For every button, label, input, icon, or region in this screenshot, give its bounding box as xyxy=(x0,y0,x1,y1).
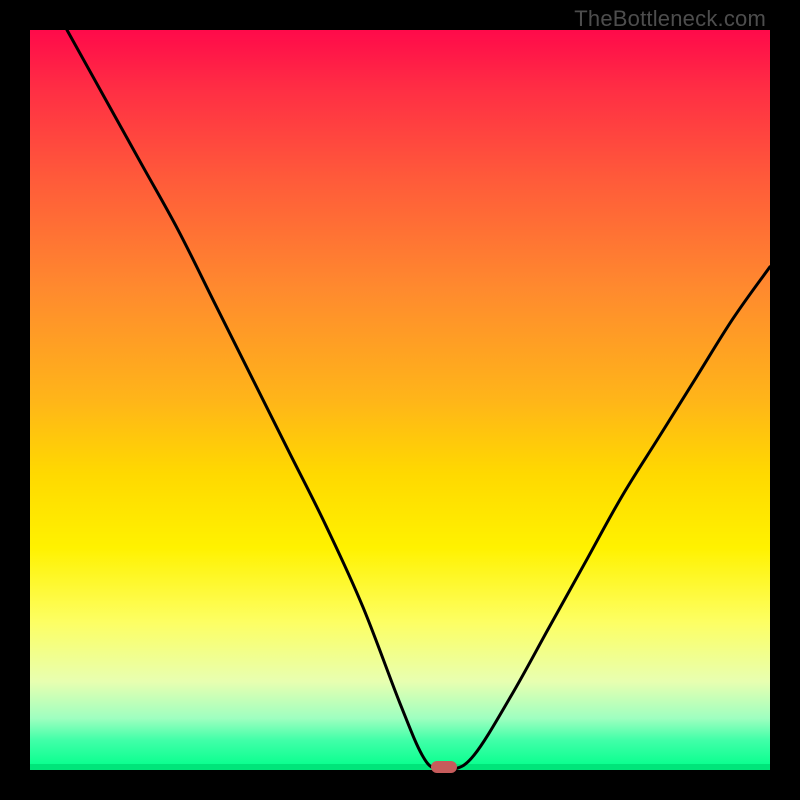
plot-area xyxy=(30,30,770,770)
bottleneck-curve xyxy=(30,30,770,770)
curve-path xyxy=(67,30,770,770)
watermark-label: TheBottleneck.com xyxy=(574,6,766,32)
minimum-marker xyxy=(431,761,457,773)
chart-frame: TheBottleneck.com xyxy=(0,0,800,800)
